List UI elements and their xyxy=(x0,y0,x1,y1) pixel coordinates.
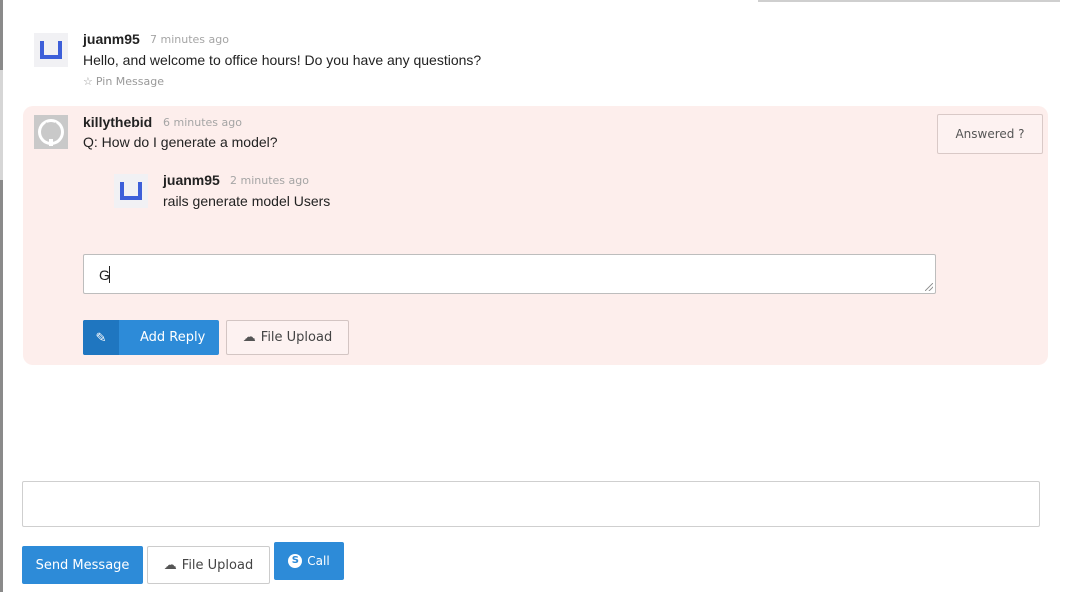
avatar xyxy=(34,33,68,67)
github-icon xyxy=(38,119,64,146)
reply-text: rails generate model Users xyxy=(163,193,331,209)
send-message-button[interactable]: Send Message xyxy=(22,546,143,584)
skype-icon: S xyxy=(288,554,303,568)
window-left-edge-shade xyxy=(0,70,3,180)
message-text: Hello, and welcome to office hours! Do y… xyxy=(83,52,482,68)
message-username: juanm95 xyxy=(83,31,140,47)
star-icon: ☆ xyxy=(83,75,93,88)
cloud-upload-icon: ☁ xyxy=(242,330,256,345)
edit-icon: ✎ xyxy=(83,320,119,355)
avatar xyxy=(114,174,148,208)
file-upload-button[interactable]: ☁ File Upload xyxy=(147,546,270,584)
top-divider xyxy=(758,0,1060,2)
file-upload-label: File Upload xyxy=(181,557,254,573)
reply-username: juanm95 xyxy=(163,172,220,188)
add-reply-label: Add Reply xyxy=(140,330,206,345)
reply-time: 2 minutes ago xyxy=(230,174,309,187)
reply-input[interactable]: G xyxy=(83,254,936,294)
call-label: Call xyxy=(307,554,330,568)
cloud-upload-icon: ☁ xyxy=(163,557,177,573)
pin-message-label: Pin Message xyxy=(95,75,165,88)
avatar xyxy=(34,115,68,149)
resize-handle-icon[interactable] xyxy=(925,283,933,291)
answered-button[interactable]: Answered ? xyxy=(937,114,1043,154)
question-time: 6 minutes ago xyxy=(163,116,242,129)
call-button[interactable]: S Call xyxy=(274,542,344,580)
pin-message-button[interactable]: ☆ Pin Message xyxy=(83,75,164,88)
message-time: 7 minutes ago xyxy=(150,33,229,46)
reply-file-upload-button[interactable]: ☁ File Upload xyxy=(226,320,349,355)
text-caret xyxy=(109,266,110,283)
u-logo-icon-part xyxy=(40,55,62,59)
u-logo-icon-part xyxy=(120,196,142,200)
reply-file-upload-label: File Upload xyxy=(260,330,333,345)
question-username: killythebid xyxy=(83,114,153,130)
question-text: Q: How do I generate a model? xyxy=(83,134,278,150)
add-reply-button[interactable]: ✎ Add Reply xyxy=(83,320,219,355)
message-input[interactable] xyxy=(22,481,1040,527)
